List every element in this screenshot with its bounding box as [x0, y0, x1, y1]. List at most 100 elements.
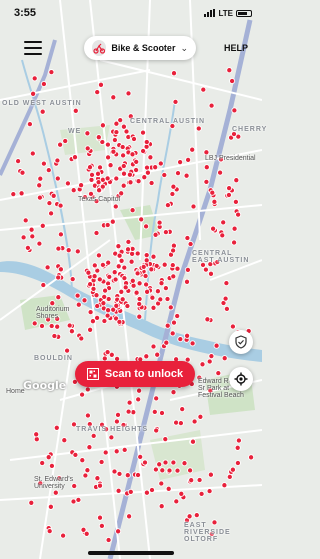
vehicle-marker[interactable] [143, 223, 150, 230]
vehicle-marker[interactable] [127, 179, 134, 186]
vehicle-marker[interactable] [99, 122, 106, 129]
vehicle-marker[interactable] [87, 309, 94, 316]
vehicle-marker[interactable] [116, 470, 123, 477]
vehicle-marker[interactable] [95, 252, 102, 259]
vehicle-marker[interactable] [190, 203, 197, 210]
vehicle-marker[interactable] [152, 231, 159, 238]
vehicle-marker[interactable] [140, 263, 147, 270]
vehicle-marker[interactable] [116, 252, 123, 259]
vehicle-marker[interactable] [28, 226, 35, 233]
vehicle-marker[interactable] [172, 98, 179, 105]
vehicle-marker[interactable] [226, 473, 233, 480]
vehicle-marker[interactable] [94, 302, 101, 310]
vehicle-marker[interactable] [111, 468, 118, 475]
vehicle-marker[interactable] [207, 270, 215, 277]
vehicle-marker[interactable] [125, 408, 132, 415]
vehicle-marker[interactable] [75, 496, 82, 503]
vehicle-marker[interactable] [191, 418, 198, 425]
vehicle-marker[interactable] [122, 284, 129, 291]
vehicle-marker[interactable] [162, 285, 169, 292]
vehicle-marker[interactable] [45, 454, 52, 461]
vehicle-marker[interactable] [46, 200, 53, 207]
vehicle-marker[interactable] [108, 434, 115, 441]
vehicle-marker[interactable] [93, 229, 100, 237]
vehicle-marker[interactable] [118, 288, 125, 295]
vehicle-marker[interactable] [129, 207, 136, 214]
vehicle-marker[interactable] [107, 162, 114, 169]
vehicle-marker[interactable] [150, 253, 157, 260]
vehicle-marker[interactable] [31, 320, 38, 327]
vehicle-marker[interactable] [72, 107, 79, 114]
vehicle-marker[interactable] [38, 322, 46, 330]
vehicle-marker[interactable] [135, 396, 142, 403]
vehicle-marker[interactable] [95, 134, 102, 141]
vehicle-marker[interactable] [40, 80, 47, 88]
vehicle-marker[interactable] [143, 252, 150, 259]
vehicle-marker[interactable] [48, 462, 55, 469]
vehicle-marker[interactable] [110, 94, 117, 101]
vehicle-marker[interactable] [159, 467, 166, 474]
vehicle-marker[interactable] [31, 75, 38, 82]
vehicle-marker[interactable] [18, 190, 25, 197]
vehicle-marker[interactable] [104, 175, 111, 182]
vehicle-marker[interactable] [148, 486, 156, 494]
vehicle-marker[interactable] [124, 246, 132, 253]
vehicle-marker[interactable] [136, 295, 143, 303]
vehicle-marker[interactable] [98, 522, 105, 529]
vehicle-marker[interactable] [115, 243, 122, 250]
vehicle-marker[interactable] [83, 530, 90, 537]
vehicle-marker[interactable] [96, 482, 104, 489]
vehicle-marker[interactable] [125, 238, 132, 245]
vehicle-marker[interactable] [113, 448, 120, 455]
vehicle-marker[interactable] [196, 476, 203, 484]
vehicle-marker[interactable] [161, 261, 168, 268]
vehicle-marker[interactable] [174, 467, 181, 474]
vehicle-marker[interactable] [189, 146, 196, 153]
vehicle-marker[interactable] [99, 183, 106, 190]
vehicle-marker[interactable] [70, 187, 77, 194]
vehicle-marker[interactable] [135, 178, 142, 185]
vehicle-marker[interactable] [198, 490, 205, 497]
vehicle-marker[interactable] [105, 154, 112, 161]
vehicle-marker[interactable] [120, 170, 128, 177]
vehicle-marker[interactable] [121, 446, 128, 453]
mode-selector-button[interactable]: Bike & Scooter ⌄ [84, 36, 196, 60]
vehicle-marker[interactable] [47, 503, 54, 510]
vehicle-marker[interactable] [120, 123, 127, 130]
vehicle-marker[interactable] [84, 386, 91, 393]
vehicle-marker[interactable] [36, 194, 43, 201]
vehicle-marker[interactable] [94, 170, 102, 177]
vehicle-marker[interactable] [144, 169, 151, 176]
vehicle-marker[interactable] [184, 332, 191, 339]
vehicle-marker[interactable] [162, 436, 169, 443]
vehicle-marker[interactable] [226, 67, 233, 74]
vehicle-marker[interactable] [208, 102, 215, 109]
vehicle-marker[interactable] [229, 77, 236, 85]
vehicle-marker[interactable] [74, 292, 81, 299]
vehicle-marker[interactable] [226, 185, 233, 192]
vehicle-marker[interactable] [130, 135, 138, 143]
vehicle-marker[interactable] [120, 182, 127, 189]
vehicle-marker[interactable] [148, 179, 155, 187]
vehicle-marker[interactable] [170, 273, 177, 280]
vehicle-marker[interactable] [101, 317, 108, 325]
vehicle-marker[interactable] [20, 234, 27, 241]
vehicle-marker[interactable] [148, 266, 155, 273]
vehicle-marker[interactable] [111, 269, 118, 276]
vehicle-marker[interactable] [87, 326, 94, 333]
vehicle-marker[interactable] [93, 292, 100, 299]
vehicle-marker[interactable] [170, 319, 178, 326]
vehicle-marker[interactable] [57, 231, 64, 238]
vehicle-marker[interactable] [181, 460, 188, 467]
vehicle-marker[interactable] [173, 498, 180, 505]
vehicle-marker[interactable] [119, 296, 126, 303]
vehicle-marker[interactable] [109, 218, 116, 225]
vehicle-marker[interactable] [99, 261, 106, 268]
vehicle-marker[interactable] [54, 157, 61, 164]
vehicle-marker[interactable] [154, 288, 161, 295]
vehicle-marker[interactable] [40, 281, 47, 289]
vehicle-marker[interactable] [60, 532, 67, 539]
vehicle-marker[interactable] [162, 229, 169, 236]
vehicle-marker[interactable] [231, 239, 238, 246]
vehicle-marker[interactable] [149, 294, 156, 301]
